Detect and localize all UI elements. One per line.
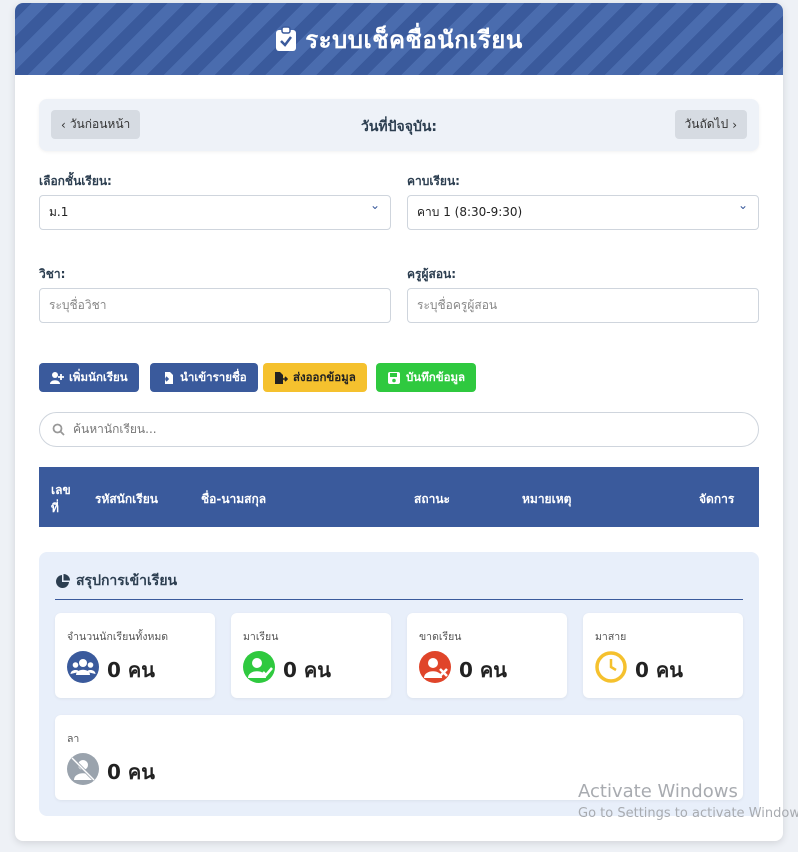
- stat-leave-value: 0 คน: [107, 760, 155, 784]
- stat-total-value: 0 คน: [107, 658, 155, 682]
- file-import-icon: [161, 371, 173, 384]
- export-data-button[interactable]: ส่งออกข้อมูล: [263, 363, 367, 392]
- teacher-label: ครูผู้สอน:: [407, 267, 457, 281]
- class-select[interactable]: ม.1 ⌄: [39, 195, 391, 230]
- file-export-icon: [275, 371, 288, 384]
- export-data-label: ส่งออกข้อมูล: [293, 369, 356, 384]
- chevron-down-icon: ⌄: [369, 198, 380, 212]
- attendance-card: ระบบเช็คชื่อนักเรียน ‹ วันก่อนหน้า วันที…: [15, 3, 783, 841]
- column-note: หมายเหตุ: [522, 492, 572, 506]
- add-student-button[interactable]: เพิ่มนักเรียน: [39, 363, 139, 392]
- summary-title: สรุปการเข้าเรียน: [55, 570, 177, 592]
- column-status: สถานะ: [414, 492, 450, 506]
- stat-late: มาสาย 0 คน: [583, 613, 743, 698]
- search-placeholder: ค้นหานักเรียน...: [73, 422, 157, 436]
- save-icon: [388, 371, 400, 384]
- date-navigation: ‹ วันก่อนหน้า วันที่ปัจจุบัน: วันถัดไป ›: [39, 99, 759, 151]
- period-select-value: คาบ 1 (8:30-9:30): [417, 205, 523, 219]
- stat-absent: ขาดเรียน 0 คน: [407, 613, 567, 698]
- user-times-icon: [419, 651, 451, 683]
- chevron-down-icon: ⌄: [737, 198, 748, 212]
- pie-chart-icon: [56, 573, 70, 588]
- column-full-name: ชื่อ-นามสกุล: [201, 492, 267, 506]
- teacher-input[interactable]: ระบุชื่อครูผู้สอน: [407, 288, 759, 323]
- save-data-button[interactable]: บันทึกข้อมูล: [376, 363, 477, 392]
- stat-total-label: จำนวนนักเรียนทั้งหมด: [67, 631, 169, 643]
- teacher-placeholder: ระบุชื่อครูผู้สอน: [417, 298, 498, 312]
- column-manage: จัดการ: [699, 492, 735, 506]
- activate-windows-hint: Go to Settings to activate Windows.: [578, 806, 798, 821]
- attendance-summary: สรุปการเข้าเรียน จำนวนนักเรียนทั้งหมด 0 …: [39, 552, 759, 816]
- next-day-button[interactable]: วันถัดไป ›: [674, 110, 747, 139]
- chevron-right-icon: ›: [732, 117, 737, 132]
- user-check-icon: [243, 651, 275, 683]
- class-label: เลือกชั้นเรียน:: [39, 174, 112, 188]
- clock-icon: [595, 651, 627, 683]
- user-plus-icon: [50, 371, 64, 384]
- class-select-value: ม.1: [49, 205, 69, 219]
- add-student-label: เพิ่มนักเรียน: [69, 369, 128, 384]
- stat-late-value: 0 คน: [635, 658, 683, 682]
- stat-present-label: มาเรียน: [243, 631, 279, 643]
- summary-title-text: สรุปการเข้าเรียน: [76, 573, 178, 589]
- app-header: ระบบเช็คชื่อนักเรียน: [15, 3, 783, 75]
- users-icon: [67, 651, 99, 683]
- column-no-line1: เลข: [51, 483, 71, 497]
- import-list-label: นำเข้ารายชื่อ: [180, 369, 247, 384]
- activate-windows-title: Activate Windows: [578, 781, 738, 802]
- column-student-id: รหัสนักเรียน: [95, 492, 158, 506]
- search-icon: [52, 423, 65, 436]
- user-slash-icon: [67, 753, 99, 785]
- next-day-label: วันถัดไป: [684, 117, 729, 131]
- stat-absent-label: ขาดเรียน: [419, 631, 462, 643]
- stat-absent-value: 0 คน: [459, 658, 507, 682]
- save-data-label: บันทึกข้อมูล: [406, 369, 466, 384]
- column-no-line2: ที่: [51, 501, 59, 515]
- subject-label: วิชา:: [39, 267, 66, 281]
- student-search-input[interactable]: ค้นหานักเรียน...: [39, 412, 759, 447]
- clipboard-check-icon: [276, 26, 297, 51]
- stat-present: มาเรียน 0 คน: [231, 613, 391, 698]
- stat-late-label: มาสาย: [595, 631, 627, 643]
- period-select[interactable]: คาบ 1 (8:30-9:30) ⌄: [407, 195, 759, 230]
- period-label: คาบเรียน:: [407, 174, 460, 188]
- import-list-button[interactable]: นำเข้ารายชื่อ: [150, 363, 258, 392]
- stat-total: จำนวนนักเรียนทั้งหมด 0 คน: [55, 613, 215, 698]
- stat-leave-label: ลา: [67, 733, 80, 745]
- page-title: ระบบเช็คชื่อนักเรียน: [305, 25, 523, 54]
- student-table-header: เลข ที่ รหัสนักเรียน ชื่อ-นามสกุล สถานะ …: [39, 467, 759, 527]
- subject-input[interactable]: ระบุชื่อวิชา: [39, 288, 391, 323]
- stat-present-value: 0 คน: [283, 658, 331, 682]
- summary-divider: [55, 599, 743, 600]
- current-date-label: วันที่ปัจจุบัน:: [360, 119, 437, 135]
- subject-placeholder: ระบุชื่อวิชา: [49, 298, 107, 312]
